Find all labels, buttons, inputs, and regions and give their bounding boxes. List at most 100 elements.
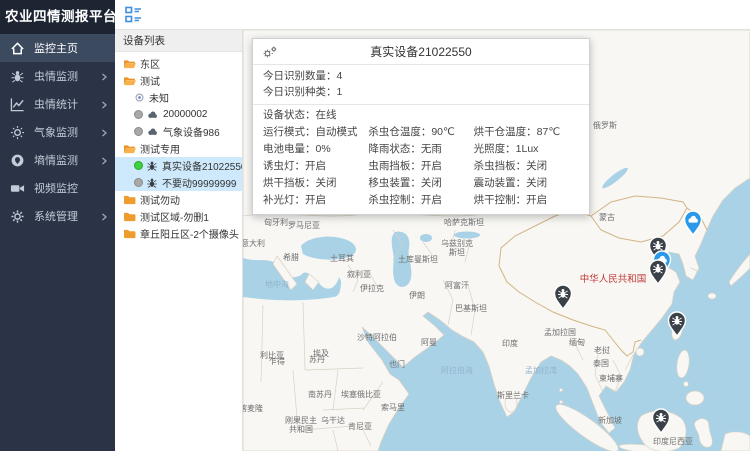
map-label: 泰国 (593, 358, 609, 368)
popup-field: 杀虫控制：开启 (368, 192, 473, 209)
map-label: 老挝 (594, 345, 610, 355)
folder-open-icon (123, 75, 136, 86)
home-icon (10, 41, 25, 56)
popup-body: 设备状态：在线运行模式：自动模式杀虫仓温度：90℃烘干仓温度：87℃电池电量：0… (253, 105, 589, 214)
tree-device[interactable]: 20000002 (115, 106, 242, 123)
tree-device[interactable]: 气象设备986 (115, 123, 242, 140)
popup-row: 烘干挡板：关闭移虫装置：关闭震动装置：关闭 (263, 175, 579, 192)
popup-field: 降雨状态：无雨 (368, 141, 473, 158)
map-label: 孟加拉国 (544, 327, 576, 337)
map-label: 沙特阿拉伯 (357, 332, 397, 342)
tree-label: 20000002 (163, 109, 208, 120)
topbar (115, 0, 750, 30)
app-root: 农业四情测报平台 监控主页虫情监测虫情统计气象监测墒情监测视频监控系统管理 设备… (0, 0, 750, 451)
map-label: 阿曼 (421, 338, 437, 347)
map-label: 肯尼亚 (348, 421, 372, 431)
folder-closed-icon (123, 194, 136, 205)
moisture-icon (10, 153, 25, 168)
tree-folder[interactable]: 测试区域-勿删1 (115, 208, 242, 225)
sidebar-item-label: 系统管理 (34, 208, 100, 224)
app-title: 农业四情测报平台 (0, 0, 115, 34)
tree-label: 气象设备986 (163, 124, 220, 139)
tree-label: 测试区域-勿删1 (140, 209, 209, 224)
sidebar-item-label: 墒情监测 (34, 152, 100, 168)
popup-field: 光照度：1Lux (474, 141, 579, 158)
sidebar-item-label: 气象监测 (34, 124, 100, 140)
sidebar-item-video-monitor[interactable]: 视频监控 (0, 174, 115, 202)
sidebar-item-label: 视频监控 (34, 180, 108, 196)
popup-row: 电池电量：0%降雨状态：无雨光照度：1Lux (263, 141, 579, 158)
device-list-header: 设备列表 (115, 30, 242, 52)
popup-row: 补光灯：开启杀虫控制：开启烘干控制：开启 (263, 192, 579, 209)
tree-label: 测试 (140, 73, 160, 88)
status-dot-offline (134, 127, 143, 136)
map-label: 阿富汗 (445, 280, 469, 290)
tree-toggle-icon[interactable] (125, 6, 142, 23)
map-label: 中华人民共和国 (580, 273, 647, 285)
map-label: 伊拉克 (360, 283, 384, 293)
sidebar-item-soil-monitor[interactable]: 墒情监测 (0, 146, 115, 174)
popup-field: 烘干挡板：关闭 (263, 175, 368, 192)
weather-icon (10, 125, 25, 140)
settings-gears-icon[interactable] (262, 45, 278, 59)
tree-folder[interactable]: 东区 (115, 55, 242, 72)
status-dot-online (134, 161, 143, 170)
popup-field: 杀虫挡板：关闭 (474, 158, 579, 175)
tree-label: 测试勿动 (140, 192, 180, 207)
popup-field: 补光灯：开启 (263, 192, 368, 209)
map-label: 乌干达 (321, 415, 345, 425)
status-dot-offline (134, 110, 143, 119)
map-label: 阿拉伯海 (441, 365, 473, 375)
map-label: 柬埔寨 (599, 373, 623, 383)
map-label: 巴基斯坦 (455, 303, 487, 313)
map-label: 孟加拉湾 (525, 365, 557, 375)
popup-header: 真实设备21022550 (253, 39, 589, 65)
bug-device-icon (146, 177, 158, 189)
tree-folder[interactable]: 测试专用 (115, 140, 242, 157)
map-label: 哈萨克斯坦 (444, 217, 484, 227)
folder-open-icon (123, 143, 136, 154)
folder-closed-icon (123, 228, 136, 239)
tree-folder[interactable]: 测试勿动 (115, 191, 242, 208)
popup-field: 震动装置：关闭 (474, 175, 579, 192)
tree-device[interactable]: 不要动99999999 (115, 174, 242, 191)
popup-field: 杀虫仓温度：90℃ (368, 124, 473, 141)
tree-label: 真实设备21022550 (162, 158, 243, 173)
sidebar-item-system-manage[interactable]: 系统管理 (0, 202, 115, 230)
main-area: 设备列表 东区测试未知20000002气象设备986测试专用真实设备210225… (115, 0, 750, 451)
tree-device[interactable]: 真实设备21022550 (115, 157, 242, 174)
tree-label: 章丘阳丘区-2个摄像头 (140, 226, 239, 241)
map-label: 意大利 (243, 238, 265, 248)
sidebar-item-weather-monitor[interactable]: 气象监测 (0, 118, 115, 146)
tree-device[interactable]: 未知 (115, 89, 242, 106)
popup-stat: 今日识别种类：1 (263, 84, 579, 100)
sidebar-item-label: 虫情统计 (34, 96, 100, 112)
sidebar-item-insect-monitor[interactable]: 虫情监测 (0, 62, 115, 90)
sidebar: 农业四情测报平台 监控主页虫情监测虫情统计气象监测墒情监测视频监控系统管理 (0, 0, 115, 451)
tree-folder[interactable]: 章丘阳丘区-2个摄像头 (115, 225, 242, 242)
unknown-device-icon (134, 92, 145, 103)
popup-device-title: 真实设备21022550 (253, 43, 589, 60)
map-area[interactable]: 俄罗斯蒙古哈萨克斯坦乌克兰捷克匈牙利罗马尼亚意大利希腊土耳其叙利亚伊拉克伊朗土库… (243, 30, 750, 451)
cloud-device-icon (146, 126, 159, 137)
chevron-right-icon (100, 72, 108, 80)
tree-folder[interactable]: 测试 (115, 72, 242, 89)
gear-icon (10, 209, 25, 224)
map-label: 俄罗斯 (593, 120, 617, 130)
chevron-right-icon (100, 156, 108, 164)
sidebar-item-label: 监控主页 (34, 40, 108, 56)
map-label: 南苏丹 (308, 389, 332, 399)
sidebar-item-insect-stats[interactable]: 虫情统计 (0, 90, 115, 118)
tree-label: 测试专用 (140, 141, 180, 156)
popup-field: 设备状态：在线 (263, 107, 579, 124)
map-label: 乍得 (269, 356, 285, 366)
sidebar-item-monitor-home[interactable]: 监控主页 (0, 34, 115, 62)
sidebar-item-label: 虫情监测 (34, 68, 100, 84)
map-label: 印度尼西亚 (653, 436, 693, 446)
popup-field: 电池电量：0% (263, 141, 368, 158)
tree-label: 不要动99999999 (162, 175, 237, 190)
popup-row: 运行模式：自动模式杀虫仓温度：90℃烘干仓温度：87℃ (263, 124, 579, 141)
map-label: 蒙古 (599, 212, 615, 222)
chevron-right-icon (100, 128, 108, 136)
device-info-popup: 真实设备21022550 今日识别数量：4今日识别种类：1 设备状态：在线运行模… (252, 38, 590, 215)
